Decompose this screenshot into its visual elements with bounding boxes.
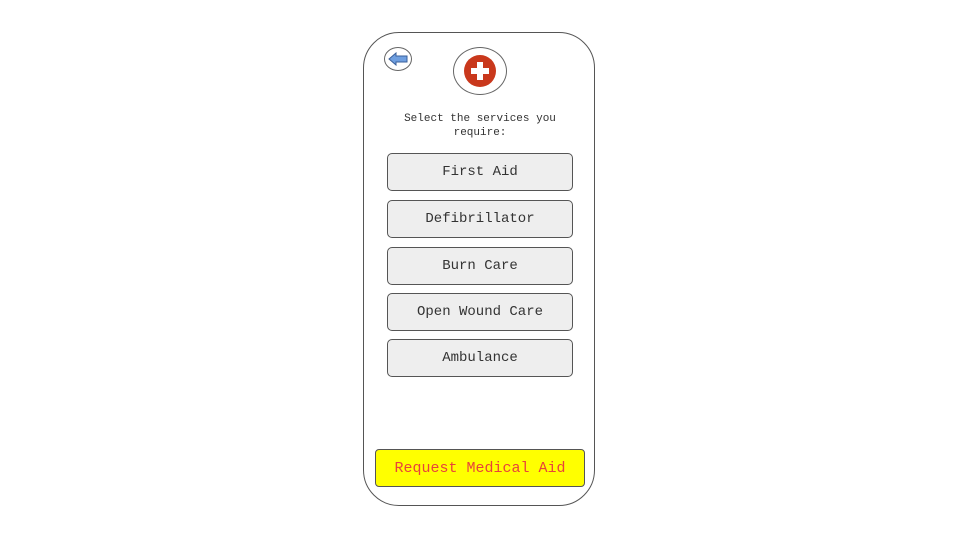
defibrillator-button[interactable]: Defibrillator (387, 200, 573, 238)
app-stage: Select the services you require: First A… (0, 0, 960, 540)
medical-cross-icon (463, 54, 497, 88)
logo (453, 47, 507, 95)
request-medical-aid-button[interactable]: Request Medical Aid (375, 449, 585, 487)
arrow-left-icon (388, 52, 408, 66)
open-wound-care-button[interactable]: Open Wound Care (387, 293, 573, 331)
phone-frame: Select the services you require: First A… (363, 32, 595, 506)
ambulance-button[interactable]: Ambulance (387, 339, 573, 377)
back-button[interactable] (384, 47, 412, 71)
first-aid-button[interactable]: First Aid (387, 153, 573, 191)
burn-care-button[interactable]: Burn Care (387, 247, 573, 285)
services-prompt: Select the services you require: (404, 113, 556, 139)
